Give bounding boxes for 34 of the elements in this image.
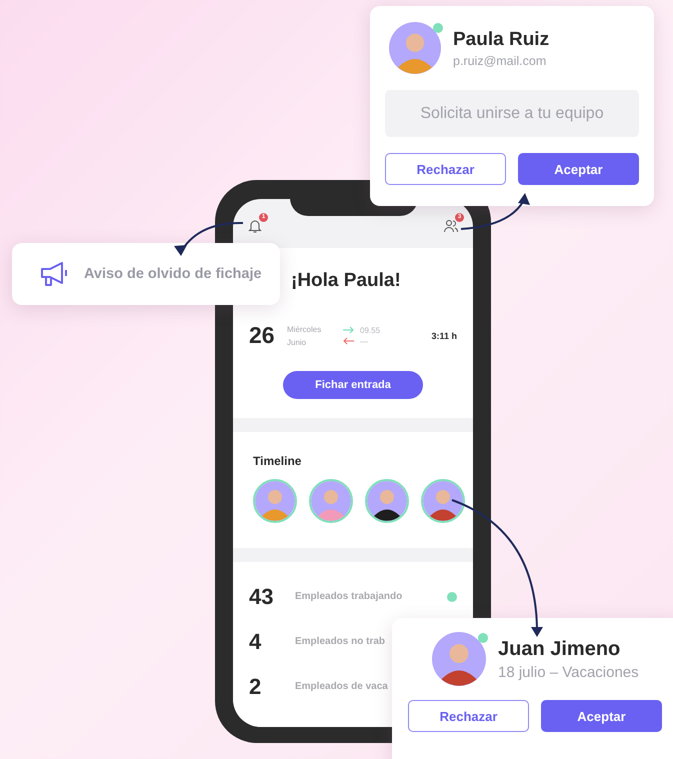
stat-count: 43 bbox=[249, 584, 274, 610]
stat-count: 2 bbox=[249, 674, 262, 700]
day-number: 26 bbox=[249, 322, 276, 349]
bell-icon[interactable] bbox=[247, 218, 263, 234]
user-email: p.ruiz@mail.com bbox=[453, 54, 548, 68]
greeting: ¡Hola Paula! bbox=[291, 270, 401, 292]
accept-button[interactable]: Aceptar bbox=[541, 700, 662, 732]
user-name: Juan Jimeno bbox=[498, 638, 622, 660]
clock-in-button[interactable]: Fichar entrada bbox=[283, 371, 423, 399]
people-icon[interactable] bbox=[443, 218, 459, 234]
notification-text: Aviso de olvido de fichaje bbox=[84, 266, 262, 282]
arrow-right-icon bbox=[343, 326, 354, 334]
accept-button[interactable]: Aceptar bbox=[518, 153, 639, 185]
megaphone-icon bbox=[40, 261, 70, 287]
curved-arrow bbox=[460, 193, 530, 230]
month: Junio bbox=[287, 338, 308, 346]
stat-label: Empleados no trab bbox=[295, 636, 386, 647]
weekday: Miércoles bbox=[287, 324, 322, 334]
exit-time: — bbox=[360, 336, 368, 346]
timeline-title: Timeline bbox=[253, 454, 302, 468]
worked-hours: 3:11 h bbox=[431, 330, 457, 340]
stat-label: Empleados trabajando bbox=[295, 591, 404, 602]
reject-button[interactable]: Rechazar bbox=[385, 153, 506, 185]
request-message: Solicita unirse a tu equipo bbox=[385, 90, 639, 137]
avatar-silhouette-icon bbox=[389, 22, 441, 74]
stat-count: 4 bbox=[249, 628, 262, 654]
arrow-left-icon bbox=[343, 337, 354, 345]
reject-button[interactable]: Rechazar bbox=[408, 700, 529, 732]
avatar-silhouette-icon bbox=[432, 632, 486, 686]
entry-time: 09.55 bbox=[360, 326, 380, 334]
absence-detail: 18 julio – Vacaciones bbox=[498, 664, 639, 680]
user-name: Paula Ruiz bbox=[453, 28, 550, 50]
curved-arrow bbox=[174, 222, 243, 256]
stat-label: Empleados de vaca bbox=[295, 681, 389, 692]
